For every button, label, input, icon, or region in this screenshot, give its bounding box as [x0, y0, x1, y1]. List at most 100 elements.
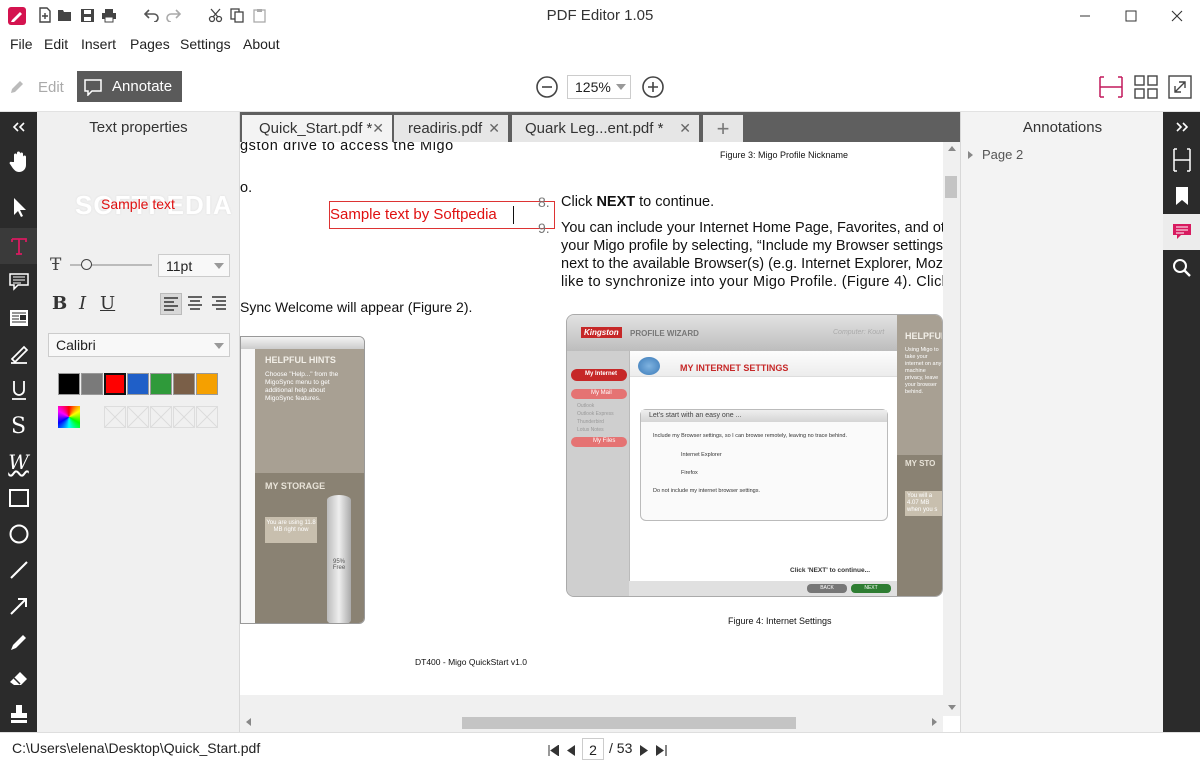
color-swatch-black[interactable] [58, 373, 80, 395]
document-tab-bar: Quick_Start.pdf * ✕ readiris.pdf ✕ Quark… [240, 112, 960, 142]
new-file-icon[interactable] [36, 6, 54, 24]
horizontal-scrollbar[interactable] [240, 714, 943, 731]
two-page-view-icon[interactable] [1134, 75, 1158, 99]
stamp-tool-icon[interactable] [0, 696, 37, 732]
save-icon[interactable] [78, 6, 96, 24]
edit-mode-button[interactable]: Edit [8, 72, 70, 102]
maximize-button[interactable] [1108, 0, 1154, 32]
copy-icon[interactable] [228, 6, 246, 24]
note-tool-icon[interactable] [0, 264, 37, 300]
tab-readiris[interactable]: readiris.pdf ✕ [394, 115, 508, 142]
close-tab-icon[interactable]: ✕ [679, 120, 691, 137]
eraser-tool-icon[interactable] [0, 660, 37, 696]
zoom-select[interactable]: 125% [567, 75, 631, 99]
menu-settings[interactable]: Settings [180, 36, 231, 52]
highlight-tool-icon[interactable] [0, 336, 37, 372]
align-center-button[interactable] [185, 293, 207, 315]
ellipse-tool-icon[interactable] [0, 516, 37, 552]
undo-icon[interactable] [142, 6, 160, 24]
color-swatch-brown[interactable] [173, 373, 195, 395]
text-annotation-box[interactable]: Sample text by Softpedia [329, 201, 555, 229]
collapse-left-icon[interactable] [0, 112, 37, 142]
custom-color-slot[interactable] [127, 406, 149, 428]
arrow-tool-icon[interactable] [0, 588, 37, 624]
fullscreen-icon[interactable] [1168, 75, 1192, 99]
font-size-slider[interactable] [70, 259, 152, 270]
vertical-scroll-thumb[interactable] [945, 176, 957, 198]
new-tab-button[interactable]: + [703, 115, 743, 142]
search-icon[interactable] [1163, 250, 1200, 286]
custom-color-slot[interactable] [173, 406, 195, 428]
expand-arrow-icon[interactable] [968, 150, 973, 159]
line-tool-icon[interactable] [0, 552, 37, 588]
font-family-select[interactable]: Calibri [48, 333, 230, 357]
underline-tool-icon[interactable] [0, 372, 37, 408]
custom-color-slot[interactable] [150, 406, 172, 428]
close-tab-icon[interactable]: ✕ [372, 120, 384, 137]
close-tab-icon[interactable]: ✕ [488, 120, 500, 137]
collapse-right-icon[interactable] [1163, 112, 1200, 142]
color-picker-icon[interactable] [58, 406, 80, 428]
page-thumbnails-icon[interactable] [1163, 142, 1200, 178]
single-page-view-icon[interactable] [1099, 75, 1123, 99]
annotations-list-icon[interactable] [1163, 214, 1200, 250]
minimize-button[interactable] [1062, 0, 1108, 32]
menu-edit[interactable]: Edit [44, 36, 68, 52]
zoom-out-icon[interactable] [535, 75, 559, 99]
previous-page-icon[interactable] [566, 743, 576, 756]
annotation-tree-item[interactable]: Page 2 [968, 147, 1023, 162]
strikeout-tool-icon[interactable]: S [0, 408, 37, 444]
menu-insert[interactable]: Insert [81, 36, 116, 52]
bold-button[interactable]: B [52, 293, 67, 314]
bookmark-icon[interactable] [1163, 178, 1200, 214]
annotate-mode-button[interactable]: Annotate [77, 71, 182, 102]
wizard-storage-value: You will a 4.07 MB when you s [905, 491, 942, 516]
font-size-select[interactable]: 11pt [158, 254, 230, 277]
print-icon[interactable] [100, 6, 118, 24]
align-right-button[interactable] [209, 293, 231, 315]
textbox-tool-icon[interactable] [0, 300, 37, 336]
menu-pages[interactable]: Pages [130, 36, 170, 52]
custom-color-slot[interactable] [104, 406, 126, 428]
color-swatch-red[interactable] [104, 373, 126, 395]
color-swatch-blue[interactable] [127, 373, 149, 395]
squiggly-tool-icon[interactable]: W [0, 444, 37, 480]
italic-button[interactable]: I [79, 293, 86, 314]
color-swatch-orange[interactable] [196, 373, 218, 395]
tab-quick-start[interactable]: Quick_Start.pdf * ✕ [242, 115, 392, 142]
close-button[interactable] [1154, 0, 1200, 32]
document-view[interactable]: gston drive to access the Migo o. Sync W… [240, 142, 943, 690]
redo-icon[interactable] [164, 6, 182, 24]
color-swatch-green[interactable] [150, 373, 172, 395]
hand-tool-icon[interactable] [0, 144, 37, 180]
text-tool-icon[interactable] [0, 228, 37, 264]
menu-file[interactable]: File [10, 36, 33, 52]
slider-thumb[interactable] [81, 259, 92, 270]
underline-button[interactable]: U [100, 293, 115, 314]
next-page-icon[interactable] [639, 743, 649, 756]
align-left-button[interactable] [160, 293, 182, 315]
scroll-right-icon[interactable] [932, 718, 937, 726]
custom-color-slot[interactable] [196, 406, 218, 428]
pen-tool-icon[interactable] [0, 624, 37, 660]
horizontal-scroll-thumb[interactable] [462, 717, 796, 729]
pencil-icon [8, 78, 28, 96]
scroll-left-icon[interactable] [246, 718, 251, 726]
scroll-up-icon[interactable] [948, 146, 956, 151]
open-folder-icon[interactable] [56, 6, 74, 24]
rectangle-tool-icon[interactable] [0, 480, 37, 516]
page-number-input[interactable]: 2 [582, 738, 604, 760]
zoom-in-icon[interactable] [641, 75, 665, 99]
last-page-icon[interactable] [656, 743, 667, 756]
select-arrow-icon[interactable] [0, 189, 37, 225]
menu-about[interactable]: About [243, 36, 280, 52]
wizard-next-button: NEXT [851, 584, 891, 593]
paste-icon[interactable] [250, 6, 268, 24]
scroll-down-icon[interactable] [948, 705, 956, 710]
tab-quark[interactable]: Quark Leg...ent.pdf * ✕ [512, 115, 699, 142]
text-cursor [513, 206, 514, 224]
color-swatch-gray[interactable] [81, 373, 103, 395]
cut-icon[interactable] [206, 6, 224, 24]
first-page-icon[interactable] [548, 743, 560, 757]
vertical-scrollbar[interactable] [943, 142, 960, 716]
